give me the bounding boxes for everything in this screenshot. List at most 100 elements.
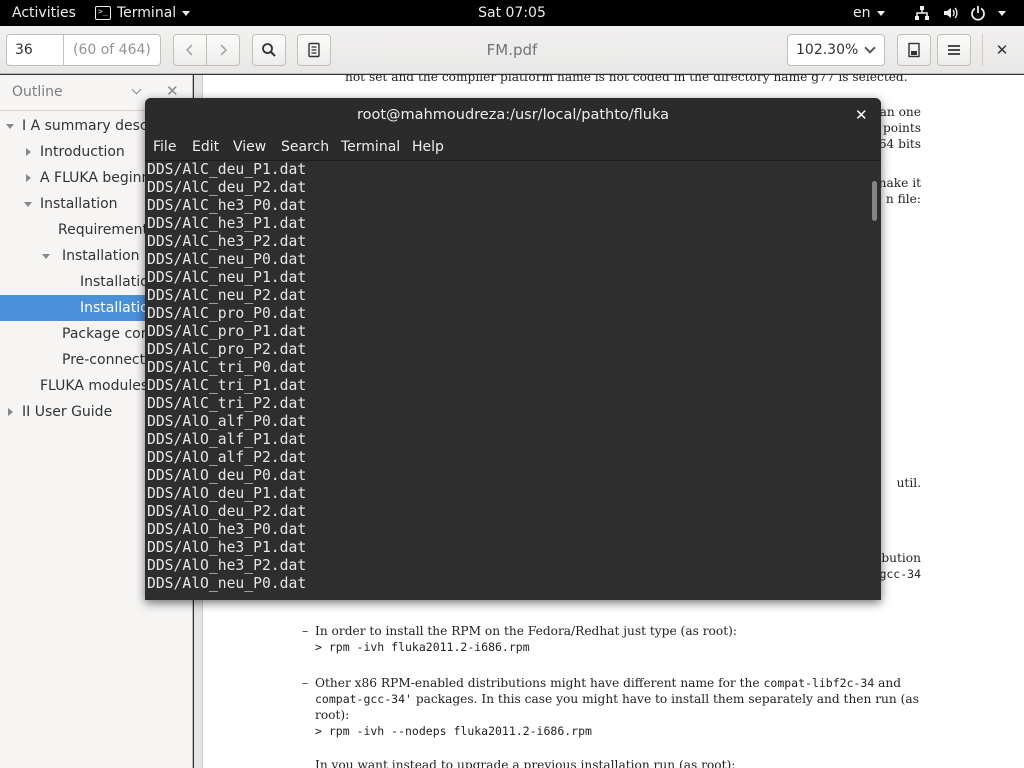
page-text-fragment: util. bbox=[896, 476, 921, 490]
menu-help[interactable]: Help bbox=[412, 139, 444, 155]
page-text-span: packages. In this case you might have to… bbox=[415, 692, 919, 706]
terminal-line: DDS/AlO_alf_P2.dat bbox=[147, 449, 307, 466]
terminal-line: DDS/AlO_he3_P0.dat bbox=[147, 521, 307, 538]
expander-closed-icon[interactable] bbox=[26, 148, 31, 156]
language-selector[interactable]: en bbox=[853, 0, 885, 26]
page-text-span: Other x86 RPM-enabled distributions migh… bbox=[315, 676, 760, 690]
page-text-fragment: an one bbox=[879, 105, 921, 119]
menu-edit[interactable]: Edit bbox=[192, 139, 219, 155]
previous-page-button[interactable] bbox=[173, 34, 207, 66]
page-text-line: In order to install the RPM on the Fedor… bbox=[315, 624, 737, 638]
volume-icon bbox=[942, 5, 958, 21]
page-count-label: (60 of 464) bbox=[73, 42, 151, 58]
hamburger-menu-icon bbox=[948, 45, 960, 55]
terminal-line: DDS/AlC_pro_P0.dat bbox=[147, 305, 307, 322]
menu-file[interactable]: File bbox=[153, 139, 176, 155]
page-text-line: In you want instead to upgrade a previou… bbox=[315, 758, 736, 768]
current-page-field[interactable]: 36 bbox=[7, 35, 64, 65]
zoom-value: 102.30% bbox=[796, 42, 859, 58]
page-text-line: not set and the compiler platform name i… bbox=[345, 75, 908, 84]
terminal-line: DDS/AlC_deu_P1.dat bbox=[147, 161, 307, 178]
terminal-line: DDS/AlC_tri_P0.dat bbox=[147, 359, 307, 376]
expander-open-icon[interactable] bbox=[24, 202, 32, 207]
terminal-line: DDS/AlC_pro_P2.dat bbox=[147, 341, 307, 358]
page-text-fragment: n file: bbox=[885, 192, 921, 206]
terminal-menubar: File Edit View Search Terminal Help bbox=[145, 134, 881, 161]
next-page-button[interactable] bbox=[206, 34, 240, 66]
bullet-dash: – bbox=[302, 624, 309, 638]
terminal-line: DDS/AlC_neu_P0.dat bbox=[147, 251, 307, 268]
terminal-line: DDS/AlO_he3_P2.dat bbox=[147, 557, 307, 574]
scrollbar-thumb[interactable] bbox=[872, 181, 877, 221]
menu-search[interactable]: Search bbox=[281, 139, 329, 155]
annotations-button[interactable] bbox=[297, 34, 331, 66]
gnome-top-bar: Activities >_ Terminal Sat 07:05 en bbox=[0, 0, 1024, 26]
page-code-span: compat-gcc-34' bbox=[315, 692, 412, 706]
chevron-down-icon bbox=[876, 10, 885, 16]
terminal-line: DDS/AlC_he3_P1.dat bbox=[147, 215, 307, 232]
terminal-scrollbar[interactable] bbox=[867, 161, 881, 600]
window-close-button[interactable]: ✕ bbox=[992, 38, 1012, 62]
terminal-output[interactable]: DDS/AlC_deu_P1.dat DDS/AlC_deu_P2.dat DDS/… bbox=[145, 161, 881, 600]
terminal-title: root@mahmoudreza:/usr/local/pathto/fluka bbox=[356, 107, 669, 123]
search-button[interactable] bbox=[252, 34, 286, 66]
annotate-icon bbox=[308, 42, 320, 58]
network-icon bbox=[914, 5, 930, 21]
terminal-lines: DDS/AlC_deu_P1.dat DDS/AlC_deu_P2.dat DDS/… bbox=[147, 161, 306, 593]
terminal-line: DDS/AlO_he3_P1.dat bbox=[147, 539, 307, 556]
terminal-line: DDS/AlC_neu_P1.dat bbox=[147, 269, 307, 286]
chevron-down-icon bbox=[998, 10, 1006, 16]
menu-button[interactable] bbox=[937, 34, 971, 66]
terminal-line: DDS/AlC_deu_P2.dat bbox=[147, 179, 307, 196]
terminal-line: DDS/AlC_neu_P2.dat bbox=[147, 287, 307, 304]
page-text-line: root): bbox=[315, 708, 350, 722]
chevron-down-icon[interactable] bbox=[131, 84, 142, 95]
page-text-fragment: 64 bits bbox=[878, 137, 921, 151]
outline-selector-label[interactable]: Outline bbox=[12, 84, 63, 100]
separator bbox=[982, 34, 983, 66]
expander-open-icon[interactable] bbox=[6, 124, 14, 129]
document-icon bbox=[908, 42, 920, 58]
terminal-line: DDS/AlO_alf_P0.dat bbox=[147, 413, 307, 430]
menu-view[interactable]: View bbox=[233, 139, 266, 155]
terminal-titlebar[interactable]: root@mahmoudreza:/usr/local/pathto/fluka… bbox=[145, 98, 881, 134]
menu-terminal[interactable]: Terminal bbox=[341, 139, 400, 155]
page-code-line: > rpm -ivh --nodeps fluka2011.2-i686.rpm bbox=[315, 724, 592, 738]
system-menu[interactable] bbox=[914, 0, 1006, 26]
expander-closed-icon[interactable] bbox=[8, 408, 13, 416]
page-code-line: > rpm -ivh fluka2011.2-i686.rpm bbox=[315, 640, 530, 654]
terminal-line: DDS/AlC_he3_P2.dat bbox=[147, 233, 307, 250]
terminal-line: DDS/AlO_alf_P1.dat bbox=[147, 431, 307, 448]
terminal-close-button[interactable]: ✕ bbox=[855, 106, 868, 124]
bullet-dash: – bbox=[302, 676, 309, 690]
terminal-window[interactable]: root@mahmoudreza:/usr/local/pathto/fluka… bbox=[145, 98, 881, 600]
terminal-line: DDS/AlO_neu_P0.dat bbox=[147, 575, 307, 592]
page-text-line: Other x86 RPM-enabled distributions migh… bbox=[315, 676, 901, 690]
terminal-line: DDS/AlC_tri_P2.dat bbox=[147, 395, 307, 412]
terminal-line: DDS/AlO_deu_P2.dat bbox=[147, 503, 307, 520]
terminal-line: DDS/AlC_pro_P1.dat bbox=[147, 323, 307, 340]
page-text-fragment: bution bbox=[881, 551, 921, 565]
terminal-line: DDS/AlC_he3_P0.dat bbox=[147, 197, 307, 214]
expander-closed-icon[interactable] bbox=[26, 174, 31, 182]
terminal-line: DDS/AlO_deu_P1.dat bbox=[147, 485, 307, 502]
power-icon bbox=[970, 5, 986, 21]
page-text-line: compat-gcc-34' packages. In this case yo… bbox=[315, 692, 919, 706]
page-text-fragment: points bbox=[882, 121, 921, 135]
chevron-left-icon bbox=[185, 44, 193, 56]
page-text-fragment: gcc-34 bbox=[879, 567, 921, 581]
terminal-line: DDS/AlC_tri_P1.dat bbox=[147, 377, 307, 394]
page-text-span: and bbox=[878, 676, 902, 690]
page-code-span: compat-libf2c-34 bbox=[763, 676, 875, 690]
page-text-fragment: nake it bbox=[878, 176, 921, 190]
language-label: en bbox=[853, 5, 871, 21]
chevron-down-icon bbox=[864, 42, 876, 54]
chevron-right-icon bbox=[220, 44, 228, 56]
expander-open-icon[interactable] bbox=[42, 254, 50, 259]
page-view-button[interactable] bbox=[897, 34, 931, 66]
page-number-entry[interactable]: 36 (60 of 464) bbox=[6, 34, 161, 66]
search-icon bbox=[262, 43, 276, 57]
document-viewer-headerbar: FM.pdf 36 (60 of 464) 102.30% ✕ bbox=[0, 26, 1024, 74]
zoom-selector[interactable]: 102.30% bbox=[787, 34, 885, 66]
terminal-line: DDS/AlO_deu_P0.dat bbox=[147, 467, 307, 484]
